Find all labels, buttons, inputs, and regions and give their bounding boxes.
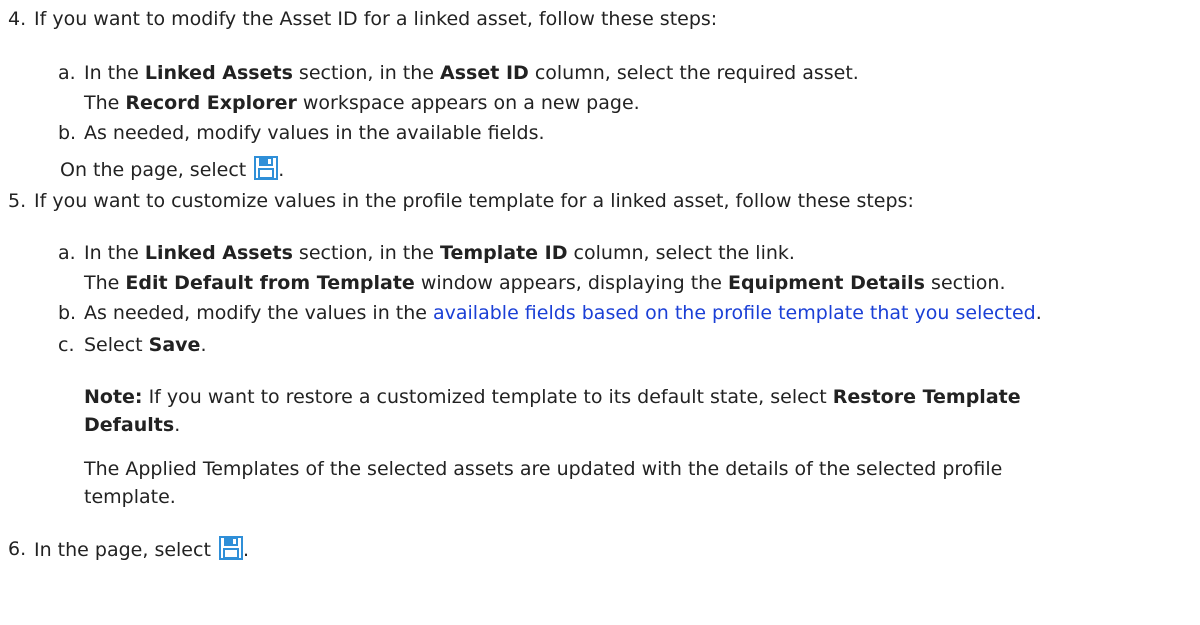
step-5a-result-part: section. <box>925 272 1006 294</box>
step-4b-period: . <box>278 159 285 181</box>
note-line-1: Note: If you want to restore a customize… <box>84 384 1021 410</box>
template-id-term: Template ID <box>440 242 568 264</box>
step-4b-label: b. <box>58 122 77 144</box>
step-5b-text: As needed, modify the values in the avai… <box>84 300 1042 326</box>
note-label: Note: <box>84 386 143 408</box>
step-5a-text-part: column, select the link. <box>567 242 795 264</box>
result-line-1: The Applied Templates of the selected as… <box>84 458 1003 480</box>
step-5b-text-part: As needed, modify the values in the <box>84 302 433 324</box>
note-text: If you want to restore a customized temp… <box>142 386 833 408</box>
edit-default-template-term: Edit Default from Template <box>125 272 415 294</box>
step-5a-text: In the Linked Assets section, in the Tem… <box>84 240 795 266</box>
save-term: Save <box>148 334 201 356</box>
restore-template-term: Restore Template <box>832 386 1021 408</box>
linked-assets-term: Linked Assets <box>144 242 293 264</box>
step-4-number: 4. <box>8 8 27 30</box>
step-4a-text-part: section, in the <box>292 62 441 84</box>
step-5a-result: The Edit Default from Template window ap… <box>84 270 1006 296</box>
step-6-text-part: In the page, select <box>34 539 217 561</box>
step-4a-result: The Record Explorer workspace appears on… <box>84 90 640 116</box>
step-5a-text-part: In the <box>84 242 145 264</box>
step-5a-text-part: section, in the <box>292 242 441 264</box>
step-4a-result-part: The <box>84 92 126 114</box>
step-6-number: 6. <box>8 538 27 560</box>
step-4a-label: a. <box>58 62 76 84</box>
procedure-document: 4. If you want to modify the Asset ID fo… <box>0 0 1200 625</box>
step-5c-label: c. <box>58 334 75 356</box>
step-5-text: If you want to customize values in the p… <box>34 190 914 212</box>
step-4b-text: As needed, modify values in the availabl… <box>84 122 545 144</box>
step-6-text: In the page, select . <box>34 536 249 563</box>
step-5c-text: Select Save. <box>84 332 206 358</box>
save-icon[interactable] <box>218 536 243 560</box>
save-icon[interactable] <box>254 156 279 180</box>
step-5c-text-part: Select <box>84 334 149 356</box>
step-5b-label: b. <box>58 302 77 324</box>
step-5b-period: . <box>1035 302 1042 324</box>
step-5-number: 5. <box>8 190 27 212</box>
step-4-text: If you want to modify the Asset ID for a… <box>34 8 718 30</box>
step-4a-result-part: workspace appears on a new page. <box>296 92 640 114</box>
step-4a-text-part: column, select the required asset. <box>528 62 859 84</box>
note-period: . <box>174 414 181 436</box>
equipment-details-term: Equipment Details <box>727 272 925 294</box>
step-6-period: . <box>242 539 249 561</box>
step-4b-save-text: On the page, select <box>60 159 253 181</box>
record-explorer-term: Record Explorer <box>125 92 297 114</box>
step-4a-text: In the Linked Assets section, in the Ass… <box>84 60 859 86</box>
step-5a-label: a. <box>58 242 76 264</box>
asset-id-term: Asset ID <box>440 62 529 84</box>
note-line-2: Defaults. <box>84 412 180 438</box>
step-5a-result-part: window appears, displaying the <box>414 272 728 294</box>
result-line-2: template. <box>84 486 176 508</box>
step-5c-period: . <box>200 334 207 356</box>
step-5a-result-part: The <box>84 272 126 294</box>
step-4b-save-instruction: On the page, select . <box>60 156 284 183</box>
linked-assets-term: Linked Assets <box>144 62 293 84</box>
available-fields-link[interactable]: available fields based on the profile te… <box>433 302 1036 324</box>
step-4a-text-part: In the <box>84 62 145 84</box>
defaults-term: Defaults <box>84 414 175 436</box>
